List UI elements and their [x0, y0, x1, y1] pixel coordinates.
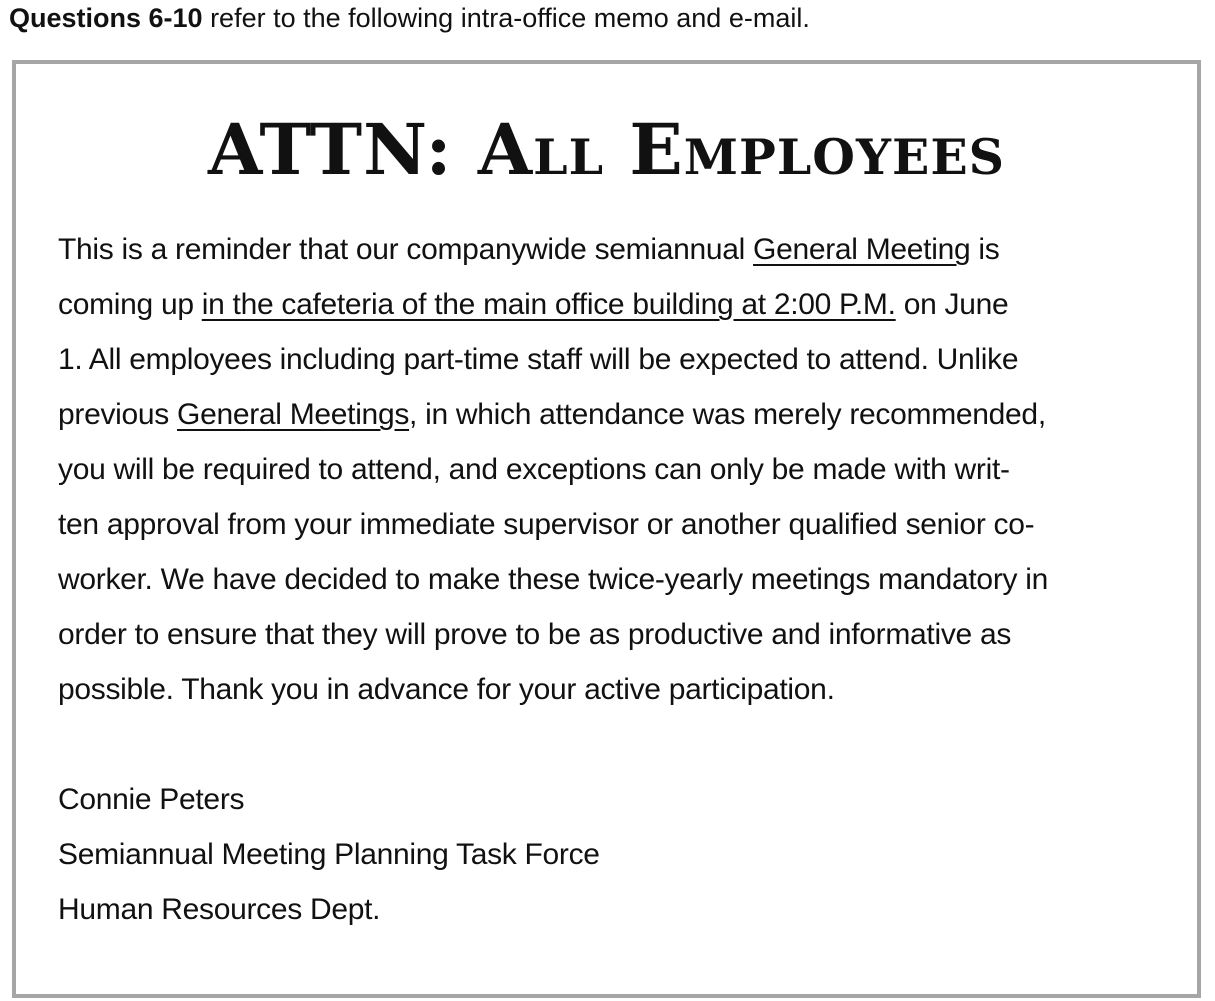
memo-line: you will be required to attend, and exce… [58, 453, 1010, 486]
memo-text: , in which attendance was merely recomme… [409, 398, 1046, 431]
memo-line: coming up in the cafeteria of the main o… [58, 277, 1164, 332]
memo-line: possible. Thank you in advance for your … [58, 673, 835, 706]
question-range: Questions 6-10 [9, 3, 203, 33]
memo-text: on June [895, 288, 1009, 321]
memo-line: This is a reminder that our companywide … [58, 222, 1164, 277]
memo-text: This is a reminder that our companywide … [58, 233, 754, 266]
memo-line: worker. We have decided to make these tw… [58, 563, 1048, 596]
memo-line: order to ensure that they will prove to … [58, 618, 1012, 651]
signature-name: Connie Peters [58, 783, 245, 816]
signature-team: Semiannual Meeting Planning Task Force [58, 838, 600, 871]
memo-signature: Connie Peters Semiannual Meeting Plannin… [58, 772, 600, 937]
memo-text: previous [58, 398, 178, 431]
memo-body: This is a reminder that our companywide … [58, 222, 1164, 717]
memo-box: ATTN: All Employees This is a reminder t… [12, 60, 1201, 998]
signature-department: Human Resources Dept. [58, 893, 381, 926]
memo-line: 1. All employees including part-time sta… [58, 343, 1019, 376]
underlined-phrase: in the cafeteria of the main office buil… [201, 288, 896, 321]
memo-line: ten approval from your immediate supervi… [58, 508, 1035, 541]
memo-line: previous General Meetings, in which atte… [58, 387, 1164, 442]
memo-text: coming up [58, 288, 202, 321]
instructions-text: refer to the following intra-office memo… [202, 3, 810, 33]
memo-text: is [970, 233, 1000, 266]
memo-title: ATTN: All Employees [207, 108, 1006, 191]
underlined-phrase: General Meeting [753, 233, 971, 266]
underlined-phrase: General Meetings [177, 398, 410, 431]
question-instructions: Questions 6-10 refer to the following in… [9, 2, 810, 34]
